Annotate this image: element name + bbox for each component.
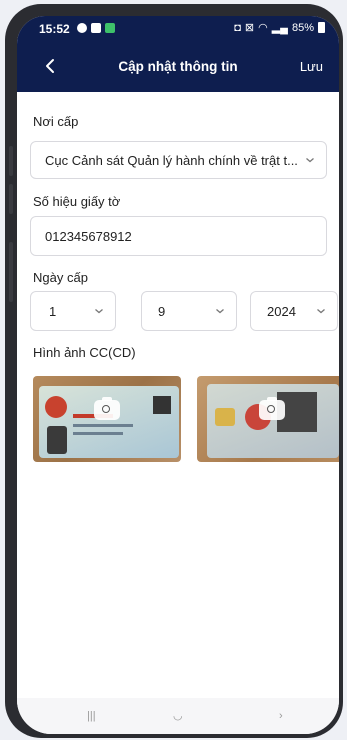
issuer-label: Nơi cấp [33,114,79,129]
chevron-down-icon [216,309,224,314]
status-bar: 15:52 ◘ ⊠ ◠ ▂▄ 85% [17,16,339,42]
id-card-front-photo[interactable] [33,376,181,462]
system-nav-bar: ||| ◡ › [17,698,339,734]
emblem-icon [45,396,67,418]
camera-icon[interactable] [94,397,120,421]
system-icons: ◘ ⊠ ◠ ▂▄ 85% [234,21,325,34]
issuer-select[interactable]: Cục Cảnh sát Quản lý hành chính về trật … [30,141,327,179]
issue-date-label: Ngày cấp [33,270,88,285]
wifi-icon: ◠ [258,22,268,34]
chevron-down-icon [306,158,314,163]
save-button[interactable]: Lưu [300,59,323,74]
volume-button [9,184,13,214]
nav-bar: Cập nhật thông tin Lưu [17,50,339,84]
app-screen: 15:52 ◘ ⊠ ◠ ▂▄ 85% Cập nhật thông tin Lư… [17,16,339,734]
images-label: Hình ảnh CC(CD) [33,345,136,360]
chevron-down-icon [317,309,325,314]
messenger-icon [77,23,87,33]
back-icon[interactable]: › [279,710,283,722]
gallery-icon [91,23,101,33]
battery-icon [318,22,325,33]
day-select[interactable]: 1 [30,291,116,331]
app-notification-icon [105,23,115,33]
recent-apps-icon[interactable]: ||| [87,710,96,722]
doc-number-label: Số hiệu giấy tờ [33,194,121,209]
alarm-icon: ◘ [234,21,241,34]
signal-icon: ▂▄ [271,22,288,34]
card-text-line [73,424,133,427]
app-header: 15:52 ◘ ⊠ ◠ ▂▄ 85% Cập nhật thông tin Lư… [17,16,339,92]
portrait-photo [47,426,67,454]
year-select[interactable]: 2024 [250,291,338,331]
volume-button [9,146,13,176]
battery-level: 85% [291,21,314,34]
id-card-back-photo[interactable] [197,376,339,462]
power-button [9,242,13,302]
status-time: 15:52 [39,22,70,36]
notification-icons [77,23,115,33]
doc-number-input[interactable]: 012345678912 [30,216,327,256]
home-icon[interactable]: ◡ [173,709,183,722]
id-card-back [207,384,339,458]
phone-frame: 15:52 ◘ ⊠ ◠ ▂▄ 85% Cập nhật thông tin Lư… [5,4,343,738]
qr-code-icon [153,396,171,414]
day-value: 1 [49,304,57,319]
form-content: Nơi cấp Cục Cảnh sát Quản lý hành chính … [17,92,339,734]
month-select[interactable]: 9 [141,291,237,331]
issuer-value: Cục Cảnh sát Quản lý hành chính về trật … [45,153,298,168]
page-title: Cập nhật thông tin [118,59,238,74]
mute-icon: ⊠ [244,22,255,34]
month-value: 9 [158,304,166,319]
doc-number-value: 012345678912 [45,229,132,244]
chevron-down-icon [95,309,103,314]
chip-icon [215,408,235,426]
year-value: 2024 [267,304,296,319]
card-text-line [73,432,123,435]
camera-icon[interactable] [259,397,285,421]
